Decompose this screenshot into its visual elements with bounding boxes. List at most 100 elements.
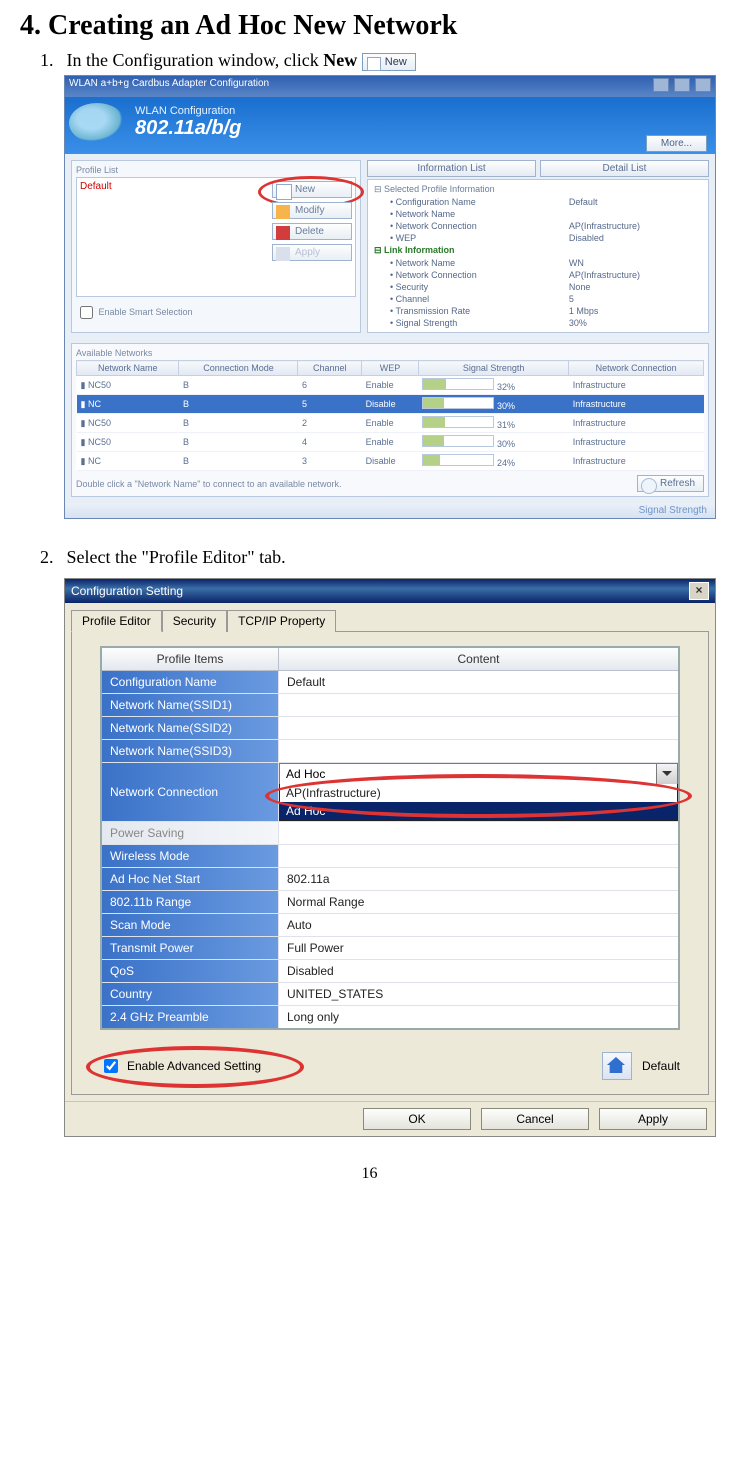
row-power-saving-v[interactable] (279, 822, 680, 845)
table-row[interactable]: ▮ NCB5Disable 30%Infrastructure (77, 395, 704, 414)
available-networks-table: Network Name Connection Mode Channel WEP… (76, 360, 704, 471)
chevron-down-icon[interactable] (656, 763, 678, 785)
available-networks-label: Available Networks (76, 348, 704, 358)
col-network-connection[interactable]: Network Connection (569, 361, 704, 376)
option-ad-hoc[interactable]: Ad Hoc (280, 802, 677, 820)
apply-button[interactable]: Apply (599, 1108, 707, 1130)
info-r3k: Network Connection (396, 221, 477, 231)
cancel-button[interactable]: Cancel (481, 1108, 589, 1130)
banner-swoosh-icon (69, 103, 125, 143)
more-button[interactable]: More... (646, 135, 707, 152)
row-transmit-power-v[interactable]: Full Power (279, 937, 680, 960)
delete-button[interactable]: Delete (272, 223, 352, 240)
info-r8k: Channel (396, 294, 430, 304)
table-row[interactable]: ▮ NC50B2Enable 31%Infrastructure (77, 414, 704, 433)
table-row[interactable]: ▮ NC50B4Enable 30%Infrastructure (77, 433, 704, 452)
modify-button[interactable]: Modify (272, 202, 352, 219)
network-connection-input[interactable] (279, 763, 656, 785)
row-scan-mode-k: Scan Mode (101, 914, 279, 937)
refresh-button[interactable]: Refresh (637, 475, 704, 492)
tab-information-list[interactable]: Information List (367, 160, 536, 177)
screenshot-config-window: WLAN a+b+g Cardbus Adapter Configuration… (64, 75, 716, 519)
row-country-v[interactable]: UNITED_STATES (279, 983, 680, 1006)
col-content: Content (279, 647, 680, 671)
info-r8v: 5 (567, 293, 704, 305)
tab-detail-list[interactable]: Detail List (540, 160, 709, 177)
tab-tcpip-property[interactable]: TCP/IP Property (227, 610, 336, 632)
info-h2: Link Information (384, 245, 455, 255)
new-button[interactable]: New (272, 181, 352, 198)
info-r9k: Transmission Rate (396, 306, 471, 316)
row-80211b-range-v[interactable]: Normal Range (279, 891, 680, 914)
row-preamble-k: 2.4 GHz Preamble (101, 1006, 279, 1030)
smart-selection-row: Enable Smart Selection (76, 303, 356, 322)
row-config-name-v[interactable]: Default (279, 671, 680, 694)
row-adhoc-start-v[interactable]: 802.11a (279, 868, 680, 891)
step-2-number: 2. (40, 547, 62, 568)
row-adhoc-start-k: Ad Hoc Net Start (101, 868, 279, 891)
available-networks-note: Double click a "Network Name" to connect… (76, 479, 342, 489)
row-network-connection-k: Network Connection (101, 763, 279, 822)
col-signal-strength[interactable]: Signal Strength (418, 361, 568, 376)
info-r6v: AP(Infrastructure) (567, 269, 704, 281)
dialog-titlebar: Configuration Setting × (65, 579, 715, 603)
home-icon[interactable] (602, 1052, 632, 1080)
minimize-icon[interactable] (653, 78, 669, 92)
step-1: 1. In the Configuration window, click Ne… (40, 50, 719, 71)
enable-advanced-checkbox[interactable] (104, 1059, 118, 1073)
info-r7k: Security (396, 282, 429, 292)
table-row[interactable]: ▮ NC50B6Enable 32%Infrastructure (77, 376, 704, 395)
close-icon[interactable]: × (689, 582, 709, 600)
window-titlebar: WLAN a+b+g Cardbus Adapter Configuration (65, 76, 715, 97)
row-preamble-v[interactable]: Long only (279, 1006, 680, 1030)
row-ssid2-v[interactable] (279, 717, 680, 740)
col-network-name[interactable]: Network Name (77, 361, 179, 376)
dialog-title: Configuration Setting (71, 584, 183, 598)
profile-list[interactable]: Default (80, 181, 268, 293)
tab-security[interactable]: Security (162, 610, 227, 632)
info-r10v: 30% (567, 317, 704, 329)
smart-selection-checkbox[interactable] (80, 306, 93, 319)
information-panel: ⊟ Selected Profile Information • Configu… (367, 179, 709, 333)
info-r6k: Network Connection (396, 270, 477, 280)
col-wep[interactable]: WEP (362, 361, 419, 376)
row-power-saving-k: Power Saving (101, 822, 279, 845)
col-channel[interactable]: Channel (298, 361, 362, 376)
row-ssid1-v[interactable] (279, 694, 680, 717)
row-country-k: Country (101, 983, 279, 1006)
tab-profile-editor[interactable]: Profile Editor (71, 610, 162, 632)
info-r10k: Signal Strength (396, 318, 458, 328)
step-2: 2. Select the "Profile Editor" tab. (40, 547, 719, 568)
default-label: Default (642, 1059, 680, 1073)
option-ap-infrastructure[interactable]: AP(Infrastructure) (280, 784, 677, 802)
row-wireless-mode-v[interactable] (279, 845, 680, 868)
ok-button[interactable]: OK (363, 1108, 471, 1130)
col-profile-items: Profile Items (101, 647, 279, 671)
close-icon[interactable] (695, 78, 711, 92)
profile-panel: Profile List Default New Modify Delete A… (71, 160, 361, 333)
apply-button[interactable]: Apply (272, 244, 352, 261)
row-ssid1-k: Network Name(SSID1) (101, 694, 279, 717)
row-ssid3-v[interactable] (279, 740, 680, 763)
info-r2k: Network Name (396, 209, 456, 219)
info-r7v: None (567, 281, 704, 293)
inline-new-button: New (362, 53, 416, 71)
profile-items-table: Profile Items Content Configuration Name… (100, 646, 680, 1030)
window-title: WLAN a+b+g Cardbus Adapter Configuration (69, 78, 269, 95)
profile-default-item[interactable]: Default (80, 181, 268, 192)
row-scan-mode-v[interactable]: Auto (279, 914, 680, 937)
banner-big: 802.11a/b/g (135, 117, 703, 140)
info-r1k: Configuration Name (396, 197, 476, 207)
info-r4k: WEP (396, 233, 417, 243)
row-80211b-range-k: 802.11b Range (101, 891, 279, 914)
maximize-icon[interactable] (674, 78, 690, 92)
row-transmit-power-k: Transmit Power (101, 937, 279, 960)
col-connection-mode[interactable]: Connection Mode (179, 361, 298, 376)
network-connection-combo[interactable] (279, 763, 678, 785)
network-connection-dropdown[interactable]: AP(Infrastructure) Ad Hoc (279, 784, 678, 821)
step-1-text-bold: New (323, 50, 357, 70)
profile-group-label: Profile List (76, 165, 356, 175)
table-row[interactable]: ▮ NCB3Disable 24%Infrastructure (77, 452, 704, 471)
row-qos-v[interactable]: Disabled (279, 960, 680, 983)
enable-advanced-row: Enable Advanced Setting (100, 1056, 261, 1076)
